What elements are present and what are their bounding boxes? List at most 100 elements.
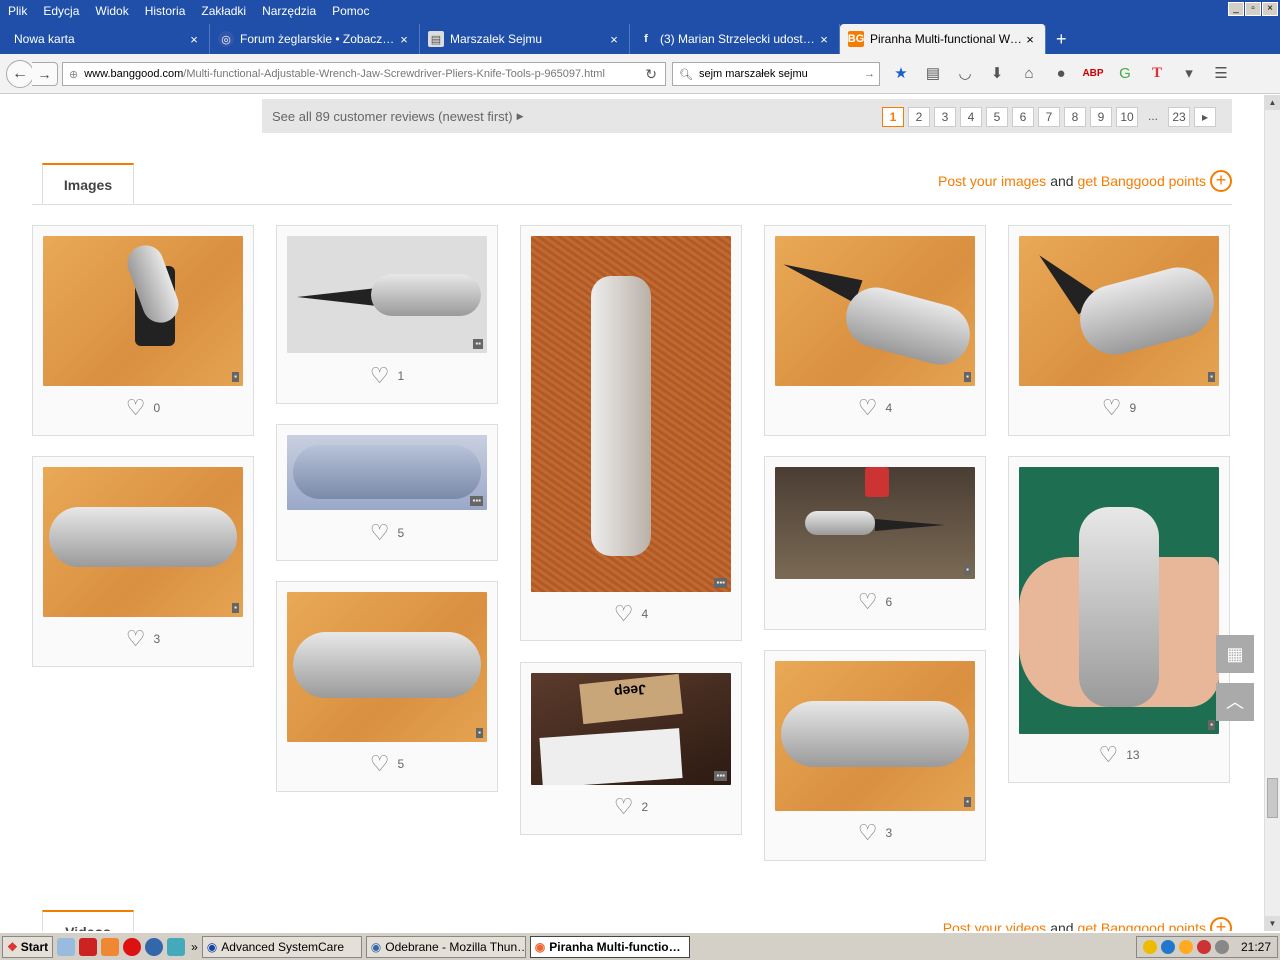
- back-button[interactable]: ←: [6, 59, 34, 88]
- menu-view[interactable]: Widok: [87, 4, 136, 18]
- shield-icon[interactable]: [1142, 940, 1157, 954]
- search-input[interactable]: sejm marszałek sejmu: [699, 68, 808, 80]
- review-image[interactable]: ▪: [1019, 467, 1219, 734]
- review-image[interactable]: ▪: [775, 236, 975, 386]
- heart-icon[interactable]: ♡: [858, 397, 878, 419]
- review-image-card[interactable]: ▪ ♡ 6: [764, 456, 986, 630]
- maximize-button[interactable]: ▫: [1245, 2, 1261, 16]
- like-control[interactable]: ♡ 4: [765, 397, 985, 419]
- like-control[interactable]: ♡ 13: [1009, 744, 1229, 766]
- page-button[interactable]: 7: [1038, 107, 1060, 127]
- vertical-scrollbar[interactable]: ▲ ▼: [1264, 95, 1280, 931]
- scroll-down-icon[interactable]: ▼: [1265, 916, 1280, 931]
- review-image[interactable]: ▪: [43, 467, 243, 617]
- downloads-icon[interactable]: ⬇: [986, 62, 1008, 84]
- bookmarks-list-icon[interactable]: ▤: [922, 62, 944, 84]
- review-image[interactable]: Jeep ▪▪▪: [531, 673, 731, 785]
- quicklaunch-tool-icon[interactable]: [167, 937, 186, 956]
- reload-icon[interactable]: ↻: [645, 66, 657, 83]
- heart-icon[interactable]: ♡: [126, 397, 146, 419]
- bookmark-star-icon[interactable]: ★: [890, 62, 912, 84]
- page-button[interactable]: 3: [934, 107, 956, 127]
- review-image[interactable]: ▪: [775, 661, 975, 811]
- page-button[interactable]: 1: [882, 107, 904, 127]
- forward-button[interactable]: →: [32, 61, 58, 86]
- images-tab[interactable]: Images: [42, 163, 134, 205]
- like-control[interactable]: ♡ 4: [521, 603, 741, 625]
- tab-marszalek[interactable]: ▤ Marszalek Sejmu ×: [420, 24, 630, 54]
- menu-file[interactable]: Plik: [0, 4, 35, 18]
- review-image[interactable]: ▪▪▪: [287, 435, 487, 510]
- close-window-button[interactable]: ×: [1262, 2, 1278, 16]
- review-image-card[interactable]: ▪▪▪ ♡ 4: [520, 225, 742, 641]
- new-tab-button[interactable]: +: [1046, 24, 1077, 54]
- adblock-icon[interactable]: ABP: [1082, 62, 1104, 84]
- review-image-card[interactable]: ▪▪ ♡ 1: [276, 225, 498, 404]
- heart-icon[interactable]: ♡: [614, 603, 634, 625]
- start-button[interactable]: ❖ Start: [2, 935, 54, 958]
- heart-icon[interactable]: ♡: [370, 522, 390, 544]
- review-image[interactable]: ▪: [1019, 236, 1219, 386]
- heart-icon[interactable]: ♡: [858, 591, 878, 613]
- see-all-reviews-link[interactable]: See all 89 customer reviews (newest firs…: [272, 109, 513, 124]
- heart-icon[interactable]: ♡: [126, 628, 146, 650]
- next-page-button[interactable]: ▸: [1194, 107, 1216, 127]
- videos-tab[interactable]: Videos: [42, 910, 134, 931]
- chat-icon[interactable]: ●: [1050, 62, 1072, 84]
- review-image-card[interactable]: ▪ ♡ 13: [1008, 456, 1230, 783]
- tab-forum[interactable]: ◎ Forum żeglarskie • Zobacz wą… ×: [210, 24, 420, 54]
- like-control[interactable]: ♡ 9: [1009, 397, 1229, 419]
- quicklaunch-opera-icon[interactable]: [123, 937, 142, 956]
- close-tab-icon[interactable]: ×: [397, 32, 411, 47]
- heart-icon[interactable]: ♡: [370, 365, 390, 387]
- review-image-card[interactable]: ▪ ♡ 3: [32, 456, 254, 667]
- back-to-top-icon[interactable]: ︿: [1216, 683, 1254, 721]
- get-points-text[interactable]: get Banggood points: [1078, 920, 1206, 931]
- review-image-card[interactable]: Jeep ▪▪▪ ♡ 2: [520, 662, 742, 835]
- quicklaunch-firefox-icon[interactable]: [101, 937, 120, 956]
- close-tab-icon[interactable]: ×: [817, 32, 831, 47]
- heart-icon[interactable]: ♡: [858, 822, 878, 844]
- quicklaunch-more-icon[interactable]: »: [191, 940, 198, 954]
- page-button[interactable]: 4: [960, 107, 982, 127]
- menu-edit[interactable]: Edycja: [35, 4, 87, 18]
- close-tab-icon[interactable]: ×: [607, 32, 621, 47]
- review-image-card[interactable]: ▪▪▪ ♡ 5: [276, 424, 498, 561]
- home-icon[interactable]: ⌂: [1018, 62, 1040, 84]
- post-videos-link[interactable]: Post your videos and get Banggood points…: [943, 917, 1232, 931]
- minimize-button[interactable]: _: [1228, 2, 1244, 16]
- heart-icon[interactable]: ♡: [370, 753, 390, 775]
- tab-banggood[interactable]: BG Piranha Multi-functional Wren… ×: [840, 24, 1046, 54]
- page-button[interactable]: 2: [908, 107, 930, 127]
- task-advanced-systemcare[interactable]: ◉ Advanced SystemCare: [201, 935, 362, 958]
- page-button[interactable]: 6: [1012, 107, 1034, 127]
- page-button[interactable]: 10: [1116, 107, 1138, 127]
- close-tab-icon[interactable]: ×: [187, 32, 201, 47]
- like-control[interactable]: ♡ 3: [765, 822, 985, 844]
- like-control[interactable]: ♡ 2: [521, 796, 741, 818]
- dropdown-icon[interactable]: ▾: [1178, 62, 1200, 84]
- tab-facebook[interactable]: f (3) Marian Strzelecki udostęp… ×: [630, 24, 840, 54]
- menu-tools[interactable]: Narzędzia: [254, 4, 324, 18]
- heart-icon[interactable]: ♡: [614, 796, 634, 818]
- get-points-text[interactable]: get Banggood points: [1078, 173, 1206, 189]
- antivirus-icon[interactable]: [1196, 940, 1211, 954]
- like-control[interactable]: ♡ 6: [765, 591, 985, 613]
- review-image-card[interactable]: ▪ ♡ 5: [276, 581, 498, 792]
- heart-icon[interactable]: ♡: [1102, 397, 1122, 419]
- page-button[interactable]: 8: [1064, 107, 1086, 127]
- quicklaunch-desktop-icon[interactable]: [57, 937, 76, 956]
- review-image-card[interactable]: ▪ ♡ 0: [32, 225, 254, 436]
- heart-icon[interactable]: ♡: [1098, 744, 1118, 766]
- menu-history[interactable]: Historia: [137, 4, 194, 18]
- menu-bookmarks[interactable]: Zakładki: [193, 4, 254, 18]
- review-image-card[interactable]: ▪ ♡ 4: [764, 225, 986, 436]
- task-thunderbird[interactable]: ◉ Odebrane - Mozilla Thun…: [365, 935, 526, 958]
- post-images-link[interactable]: Post your images and get Banggood points…: [938, 170, 1232, 192]
- plus-circle-icon[interactable]: +: [1210, 170, 1232, 192]
- like-control[interactable]: ♡ 5: [277, 753, 497, 775]
- post-videos-text[interactable]: Post your videos: [943, 920, 1047, 931]
- page-button[interactable]: 5: [986, 107, 1008, 127]
- review-image[interactable]: ▪▪: [287, 236, 487, 353]
- like-control[interactable]: ♡ 0: [33, 397, 253, 419]
